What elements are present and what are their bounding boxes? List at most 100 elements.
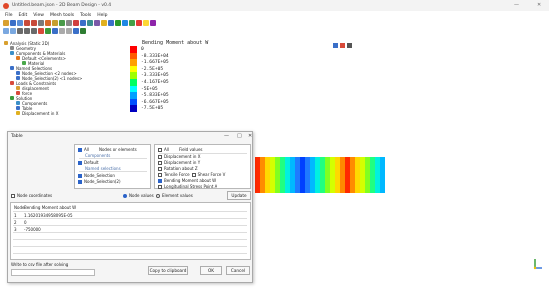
beam-segment <box>380 157 385 193</box>
pan-icon[interactable] <box>24 28 30 34</box>
csv-path-input[interactable] <box>11 269 95 276</box>
view-front-icon[interactable] <box>3 28 9 34</box>
named-selections-icon <box>10 66 14 70</box>
node-coordinates-checkbox[interactable] <box>11 193 15 198</box>
menu-help[interactable]: Help <box>97 13 107 18</box>
default-swatch-icon <box>78 160 82 165</box>
cancel-button[interactable]: Cancel <box>226 266 250 275</box>
wireframe-icon[interactable] <box>59 28 65 34</box>
shear-force-checkbox[interactable] <box>191 172 196 177</box>
minimize-button[interactable]: — <box>514 2 519 8</box>
scale-icon[interactable] <box>340 43 345 48</box>
axis-triad-icon <box>533 259 542 270</box>
measure-icon[interactable] <box>87 20 93 26</box>
delete-icon[interactable] <box>66 20 72 26</box>
default-item[interactable]: Default <box>84 160 99 165</box>
separator <box>79 158 147 159</box>
dialog-close-button[interactable]: ✕ <box>248 133 252 139</box>
rotation-z-checkbox[interactable] <box>158 166 162 171</box>
tensile-force-checkbox[interactable] <box>158 172 162 177</box>
bending-moment-checkbox[interactable] <box>158 178 162 183</box>
window-title: Untitled.beam.json - 2D Beam Design - v0… <box>12 3 112 8</box>
element-values-option[interactable]: Element values <box>156 193 193 198</box>
save-icon[interactable] <box>17 20 23 26</box>
menu-view[interactable]: View <box>33 13 44 18</box>
legend-value: -2.5E+05 <box>141 66 164 72</box>
select-icon[interactable] <box>80 20 86 26</box>
legend-value: -8.333E+04 <box>141 53 169 59</box>
node-values-option[interactable]: Node values <box>123 193 154 198</box>
element-values-radio[interactable] <box>156 193 160 198</box>
solution-icon <box>10 96 14 100</box>
all-fields-checkbox[interactable] <box>158 147 162 152</box>
close-tool-icon[interactable] <box>73 20 79 26</box>
selection-list[interactable]: All Nodes or elements Components Default … <box>74 144 151 189</box>
zoom-icon[interactable] <box>17 28 23 34</box>
all-selection-checkbox[interactable] <box>78 147 82 152</box>
shaded-icon[interactable] <box>66 28 72 34</box>
new-file-icon[interactable] <box>3 20 9 26</box>
mesh-icon[interactable] <box>59 20 65 26</box>
contour-icon[interactable] <box>136 20 142 26</box>
main-toolbar <box>0 19 549 27</box>
results-table[interactable]: Node Bending Moment about W 1 1.1620193495… <box>10 202 251 260</box>
solve-icon[interactable] <box>115 20 121 26</box>
view-toolbar <box>0 27 549 35</box>
selection-swatch-icon <box>78 179 82 184</box>
dialog-minimize-button[interactable]: — <box>224 133 229 139</box>
section-icon[interactable] <box>108 20 114 26</box>
rotate-icon[interactable] <box>94 20 100 26</box>
node-icon[interactable] <box>45 20 51 26</box>
material-icon[interactable] <box>101 20 107 26</box>
node-values-radio[interactable] <box>123 193 127 198</box>
longitudinal-stress-checkbox[interactable] <box>158 184 162 189</box>
cut-icon[interactable] <box>38 20 44 26</box>
title-bar: Untitled.beam.json - 2D Beam Design - v0… <box>0 0 549 11</box>
plot-icon[interactable] <box>129 20 135 26</box>
view-top-icon[interactable] <box>10 28 16 34</box>
displacement-x-checkbox[interactable] <box>158 154 162 159</box>
element-icon[interactable] <box>52 20 58 26</box>
beam-contour-plot[interactable] <box>255 157 385 193</box>
tree-displacement-x[interactable]: Displacement in X <box>16 110 58 116</box>
open-file-icon[interactable] <box>10 20 16 26</box>
named-item-node-selection[interactable]: Node_Selection <box>84 173 115 178</box>
update-button[interactable]: Update <box>227 191 251 200</box>
legend-toggle-icon[interactable] <box>333 43 338 48</box>
export-icon[interactable] <box>150 20 156 26</box>
copy-to-clipboard-button[interactable]: Copy to clipboard <box>148 266 188 275</box>
components-icon <box>10 51 14 55</box>
named-item-node-selection-2[interactable]: Node_Selection(2) <box>84 179 121 184</box>
close-button[interactable]: ✕ <box>537 2 541 8</box>
menu-tools[interactable]: Tools <box>80 13 91 18</box>
loads-icon[interactable] <box>38 28 44 34</box>
menu-edit[interactable]: Edit <box>19 13 28 18</box>
table-dialog: Table — □ ✕ All Nodes or elements Compone… <box>7 131 253 283</box>
node-coordinates-option[interactable]: Node coordinates <box>11 193 52 198</box>
redo-icon[interactable] <box>31 20 37 26</box>
analysis-icon <box>4 41 8 45</box>
displacement-y-checkbox[interactable] <box>158 160 162 165</box>
legend-icon[interactable] <box>143 20 149 26</box>
menu-mesh-tools[interactable]: Mesh tools <box>50 13 74 18</box>
dialog-restore-button[interactable]: □ <box>237 133 242 139</box>
table-header: Node Bending Moment about W <box>14 205 77 210</box>
write-csv-label: Write to csv file after solving <box>11 262 69 267</box>
separator <box>13 232 247 233</box>
diagram-icon[interactable] <box>73 28 79 34</box>
supports-icon[interactable] <box>45 28 51 34</box>
deformed-icon[interactable] <box>52 28 58 34</box>
viewport-toolbar <box>333 43 352 48</box>
settings-icon[interactable] <box>347 43 352 48</box>
results-icon[interactable] <box>122 20 128 26</box>
field-values-list[interactable]: All Field values Displacement in X Displa… <box>154 144 251 189</box>
fit-icon[interactable] <box>31 28 37 34</box>
undo-icon[interactable] <box>24 20 30 26</box>
legend-value: -5E+05 <box>141 86 158 92</box>
separator <box>79 171 147 172</box>
field-values-label: Field values <box>178 147 203 152</box>
ok-button[interactable]: OK <box>200 266 222 275</box>
selection-swatch-icon <box>78 173 82 178</box>
grid-icon[interactable] <box>80 28 86 34</box>
menu-file[interactable]: File <box>5 13 13 18</box>
